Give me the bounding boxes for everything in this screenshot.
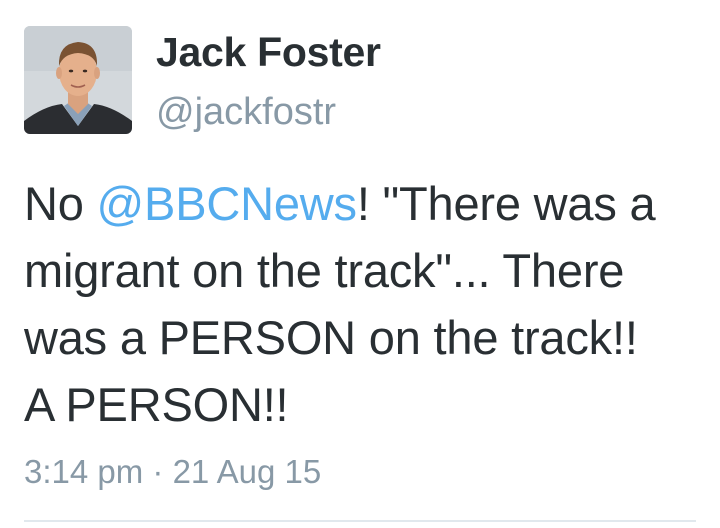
tweet-text-segment: No	[24, 177, 97, 230]
tweet-text-segment: ! "There was a	[356, 177, 656, 230]
mention-link[interactable]: @BBCNews	[97, 177, 357, 230]
tweet-line-4: A PERSON!!	[24, 378, 289, 431]
tweet-text: No @BBCNews! "There was a migrant on the…	[24, 170, 714, 438]
tweet-card: Jack Foster @jackfostr No @BBCNews! "The…	[0, 0, 720, 528]
avatar[interactable]	[24, 26, 132, 134]
tweet-line-3: was a PERSON on the track!!	[24, 311, 638, 364]
tweet-timestamp[interactable]: 3:14 pm · 21 Aug 15	[24, 450, 321, 494]
tweet-line-1: No @BBCNews! "There was a	[24, 170, 714, 237]
tweet-line-2: migrant on the track"... There	[24, 244, 625, 297]
divider	[24, 520, 696, 522]
avatar-photo-icon	[24, 26, 132, 134]
user-handle[interactable]: @jackfostr	[156, 88, 336, 136]
display-name[interactable]: Jack Foster	[156, 26, 381, 78]
